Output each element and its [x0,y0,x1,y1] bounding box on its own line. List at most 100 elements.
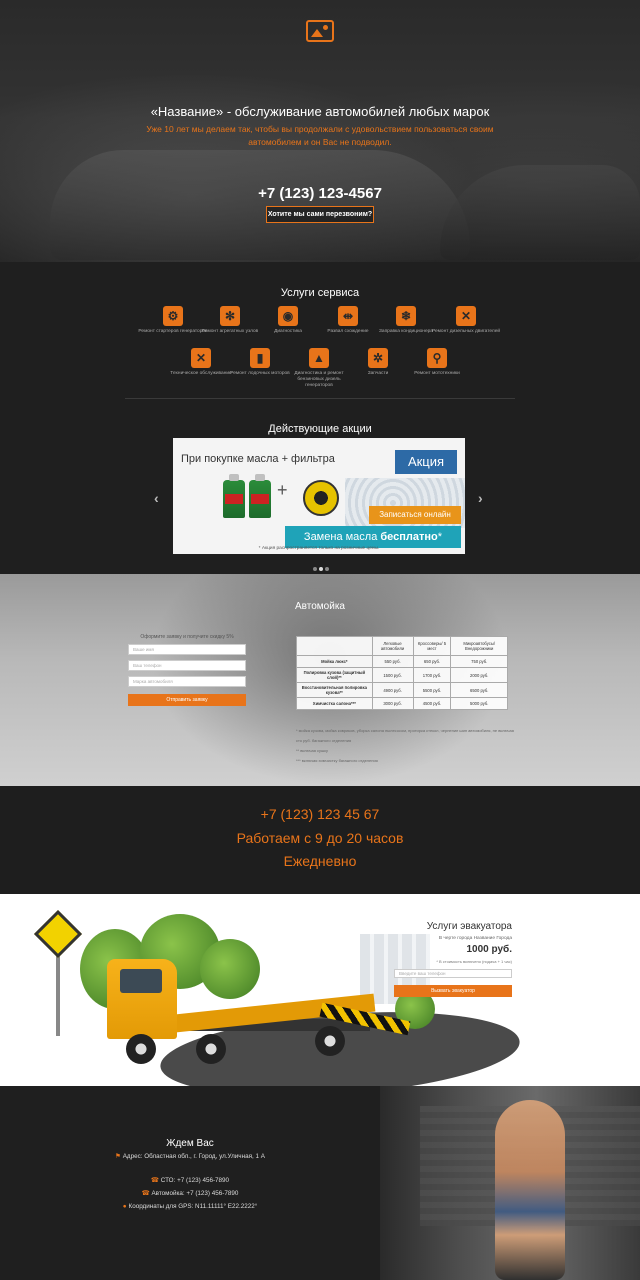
table-header: Микроавтобусы/ Внедорожники [450,636,508,656]
alignment-icon: ⇹ [338,306,358,326]
boat-motor-icon: ▮ [250,348,270,368]
table-cell: 2000 руб. [450,667,508,683]
carwash-form-label: Оформите заявку и получите скидку 5% [140,634,234,640]
pinup-figure-image [495,1100,565,1280]
phone-icon: ☎ [141,1190,150,1197]
truck-window [120,969,162,993]
oil-bottle-image [249,474,271,518]
carousel-prev-icon[interactable]: ‹ [154,490,159,506]
services-section: Услуги сервиса ⚙ Ремонт стартеров генера… [0,262,640,574]
table-cell: 550 руб. [371,655,414,668]
price-notes: * мойка кузова, мойка ковриков, уборка с… [296,726,516,766]
footer-sto-phone[interactable]: ☎ СТО: +7 (123) 456-7890 [110,1176,270,1186]
tow-phone-input[interactable]: Введите ваш телефон [394,969,512,978]
address-text: Адрес: Областная обл., г. Город, ул.Улич… [122,1153,265,1160]
table-cell: Восстановительная полировка кузова** [296,682,373,698]
table-row: Химчистка салона*** 3000 руб. 4500 руб. … [296,697,508,710]
callback-button[interactable]: Хотите мы сами перезвоним? [266,206,374,223]
tow-title: Услуги эвакуатора [426,921,512,932]
price-note: ** включая сушку [296,748,328,753]
tow-city-label: В черте города Название Города [438,936,512,941]
wash-phone-text: Автомойка: +7 (123) 456-7890 [151,1190,239,1197]
call-tow-button[interactable]: Вызвать эвакуатор [394,985,512,997]
gear-icon: ✻ [220,306,240,326]
table-cell: 5000 руб. [450,697,508,710]
table-cell: 1500 руб. [371,667,414,683]
table-cell: 6500 руб. [450,682,508,698]
gps-text: Координаты для GPS: N11.11111° E22.2222° [128,1203,258,1210]
hero-car-image [50,150,470,260]
service-item[interactable]: ✕ Ремонт дизельных двигателей [431,306,501,335]
footer-title: Ждем Вас [166,1138,214,1149]
promo-headline: При покупке масла + фильтра [181,453,335,465]
price-note: *** включая химчистку багажного отделени… [296,758,378,763]
service-label: Ремонт дизельных двигателей [431,329,501,334]
logo-image-icon[interactable] [306,20,334,42]
tow-section: Услуги эвакуатора В черте города Названи… [0,894,640,1086]
tools-icon: ✕ [456,306,476,326]
table-cell: 650 руб. [412,655,452,668]
name-input[interactable]: Ваше имя [128,644,246,655]
truck-wheel [315,1026,345,1056]
hero-phone[interactable]: +7 (123) 123-4567 [0,185,640,202]
oil-bottle-image [223,474,245,518]
ac-icon: ❄ [396,306,416,326]
car-brand-input[interactable]: Марка автомобиля [128,676,246,687]
carousel-next-icon[interactable]: › [478,490,483,506]
service-label: Ремонт мототехники [414,371,460,376]
service-item[interactable]: ⚲ Ремонт мототехники [402,348,472,377]
landing-page: «Название» - обслуживание автомобилей лю… [0,0,640,1280]
table-cell: Химчистка салона*** [296,697,373,710]
motorbike-icon: ⚲ [427,348,447,368]
sto-phone-text: СТО: +7 (123) 456-7890 [160,1177,230,1184]
parts-icon: ✲ [368,348,388,368]
table-cell: Мойка люкс* [296,655,373,668]
wrench-icon: ✕ [191,348,211,368]
flag-icon: ⚑ [115,1153,121,1160]
section-divider [125,398,515,399]
footer-wash-phone[interactable]: ☎ Автомойка: +7 (123) 456-7890 [110,1189,270,1199]
working-days: Ежедневно [283,853,357,869]
table-header: Кроссоверы/ 5 мест [412,636,452,656]
carwash-section: Автомойка Оформите заявку и получите ски… [0,574,640,786]
free-oil-change-banner: Замена масла бесплатно* [285,526,461,548]
table-header [296,636,373,656]
table-row: Восстановительная полировка кузова** 490… [296,682,508,698]
carwash-title: Автомойка [295,601,345,612]
truck-wheel [196,1034,226,1064]
promo-title: Действующие акции [268,423,372,435]
send-request-button[interactable]: Отправить заявку [128,694,246,706]
table-cell: 4500 руб. [412,697,452,710]
footer-section: Ждем Вас ⚑ Адрес: Областная обл., г. Горо… [0,1086,640,1280]
table-row: Мойка люкс* 550 руб. 650 руб. 750 руб. [296,655,508,668]
table-cell: Полировка кузова (защитный слой)** [296,667,373,683]
phone-input[interactable]: Ваш телефон [128,660,246,671]
free-text-b: бесплатно [380,531,438,543]
carousel-dot[interactable] [313,567,317,571]
oil-filter-image [303,480,339,516]
table-header: Легковые автомобили [371,636,414,656]
table-cell: 3000 руб. [371,697,414,710]
free-text-a: Замена масла [303,531,381,543]
footer-address: ⚑ Адрес: Областная обл., г. Город, ул.Ули… [110,1152,270,1162]
services-title: Услуги сервиса [280,287,360,299]
sign-post [56,956,60,1036]
phone-icon: ☎ [150,1177,159,1184]
promo-banner[interactable]: При покупке масла + фильтра Акция + Запи… [173,438,465,554]
tow-price: 1000 руб. [466,944,512,955]
free-mark: * [437,531,443,543]
carousel-dot[interactable] [319,567,323,571]
table-cell: 750 руб. [450,655,508,668]
truck-wheel [126,1034,156,1064]
contacts-section: +7 (123) 123 45 67 Работаем с 9 до 20 ча… [0,786,640,894]
signup-online-button[interactable]: Записаться онлайн [369,506,461,524]
contact-phone[interactable]: +7 (123) 123 45 67 [0,806,640,822]
globe-icon: ● [122,1203,127,1210]
table-cell: 1700 руб. [412,667,452,683]
table-row: Полировка кузова (защитный слой)** 1500 … [296,667,508,683]
carousel-dot[interactable] [325,567,329,571]
tow-road-sign-icon [33,909,83,959]
table-header-row: Легковые автомобили Кроссоверы/ 5 мест М… [296,636,508,656]
diagnostics-icon: ◉ [278,306,298,326]
plus-sign: + [277,480,288,500]
